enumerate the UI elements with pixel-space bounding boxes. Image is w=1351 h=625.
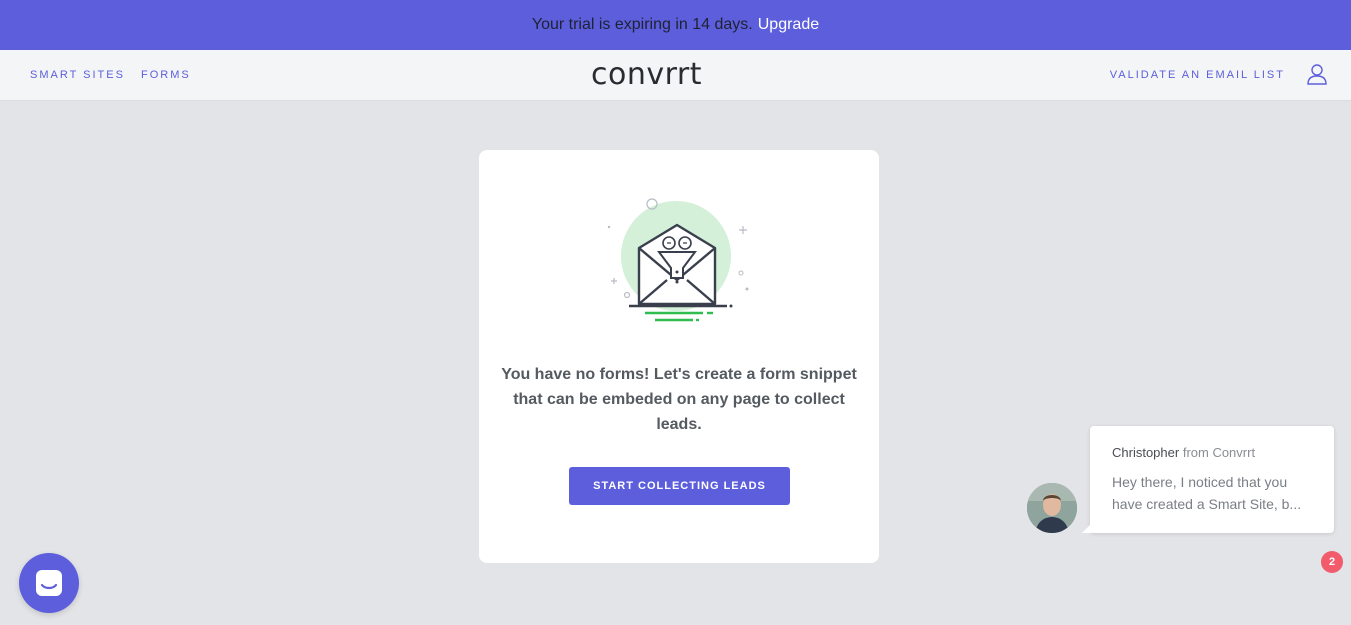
chat-preview-text: Hey there, I noticed that you have creat… <box>1112 474 1302 512</box>
unread-count-badge: 2 <box>1321 551 1343 573</box>
nav-forms[interactable]: FORMS <box>141 50 191 100</box>
nav-smart-sites[interactable]: SMART SITES <box>30 50 125 100</box>
envelope-funnel-icon <box>607 198 749 322</box>
start-collecting-leads-button[interactable]: START COLLECTING LEADS <box>569 467 790 505</box>
empty-state-message: You have no forms! Let's create a form s… <box>501 366 857 433</box>
user-icon[interactable] <box>1307 63 1327 85</box>
trial-message: Your trial is expiring in 14 days. <box>531 16 753 33</box>
chat-sender: Christopher from Convrrt <box>1112 445 1312 460</box>
nav-validate-email-list[interactable]: VALIDATE AN EMAIL LIST <box>1110 50 1285 100</box>
agent-avatar-image <box>1027 483 1077 533</box>
convrrt-logo[interactable]: convrrt <box>591 56 711 92</box>
chat-from-company: from Convrrt <box>1182 445 1256 460</box>
chat-agent-name: Christopher <box>1112 445 1180 460</box>
top-navigation: SMART SITES FORMS convrrt VALIDATE AN EM… <box>0 50 1351 101</box>
upgrade-link[interactable]: Upgrade <box>758 16 819 34</box>
chat-launcher-icon <box>36 570 62 596</box>
chat-launcher-button[interactable] <box>19 553 79 613</box>
chat-message-preview[interactable]: Christopher from Convrrt Hey there, I no… <box>1082 426 1334 533</box>
empty-state-card: You have no forms! Let's create a form s… <box>479 150 879 563</box>
agent-avatar[interactable] <box>1027 483 1077 533</box>
trial-banner: Your trial is expiring in 14 days. Upgra… <box>0 0 1351 50</box>
